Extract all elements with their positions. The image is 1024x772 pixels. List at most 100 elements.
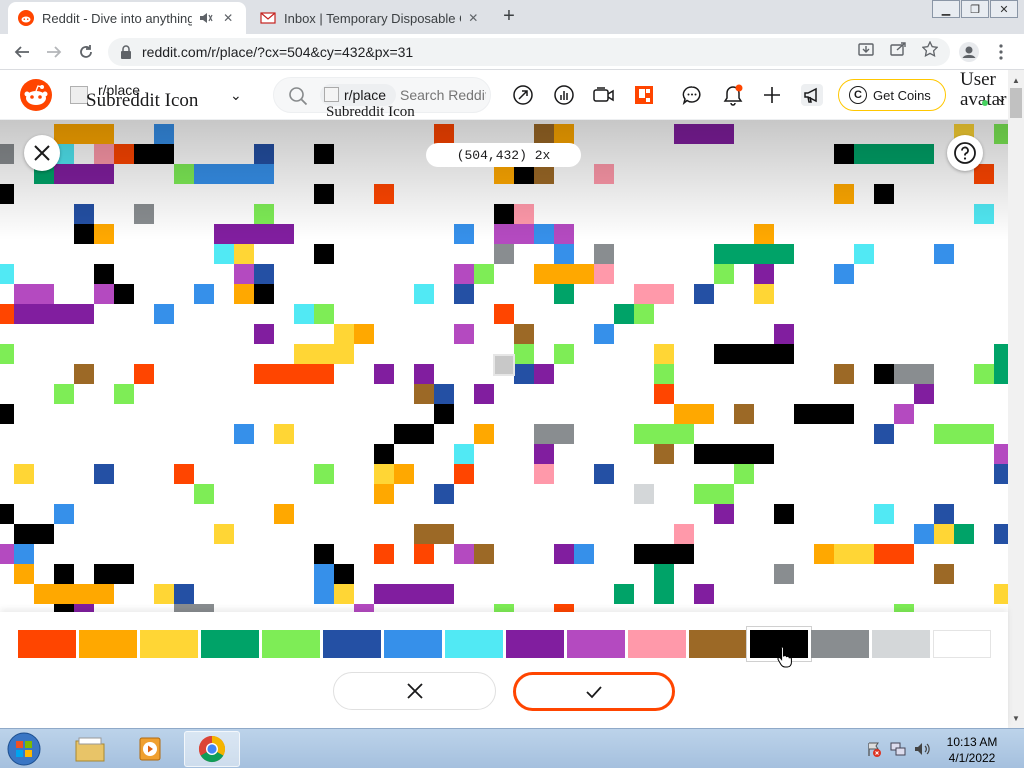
color-swatch[interactable] (811, 630, 869, 658)
canvas-pixel[interactable] (874, 184, 894, 204)
canvas-pixel[interactable] (754, 224, 774, 244)
canvas-pixel[interactable] (0, 304, 14, 324)
canvas-pixel[interactable] (374, 584, 454, 604)
canvas-pixel[interactable] (594, 244, 614, 264)
popular-icon[interactable] (512, 84, 534, 106)
canvas-pixel[interactable] (234, 244, 254, 264)
canvas-pixel[interactable] (434, 124, 454, 144)
volume-icon[interactable] (914, 741, 930, 757)
canvas-pixel[interactable] (974, 364, 994, 384)
canvas-pixel[interactable] (834, 184, 854, 204)
canvas-pixel[interactable] (994, 524, 1008, 544)
canvas-pixel[interactable] (854, 144, 934, 164)
get-coins-button[interactable]: C Get Coins (838, 79, 946, 111)
canvas-pixel[interactable] (234, 264, 254, 284)
color-swatch[interactable] (689, 630, 747, 658)
canvas-pixel[interactable] (534, 124, 554, 144)
page-scrollbar[interactable]: ▲ ▼ (1008, 70, 1024, 728)
canvas-pixel[interactable] (374, 184, 394, 204)
canvas-pixel[interactable] (554, 284, 574, 304)
canvas-pixel[interactable] (494, 604, 514, 612)
canvas-pixel[interactable] (654, 344, 674, 364)
create-post-plus-icon[interactable] (761, 84, 783, 106)
canvas-pixel[interactable] (714, 504, 734, 524)
canvas-pixel[interactable] (94, 284, 114, 304)
canvas-pixel[interactable] (94, 144, 114, 164)
canvas-pixel[interactable] (174, 464, 194, 484)
canvas-pixel[interactable] (314, 564, 334, 584)
canvas-pixel[interactable] (814, 544, 834, 564)
user-menu[interactable]: User avatar ⌄ (960, 70, 1008, 120)
canvas-pixel[interactable] (754, 284, 774, 304)
address-bar[interactable]: reddit.com/r/place/?cx=504&cy=432&px=31 (108, 38, 950, 66)
canvas-pixel[interactable] (134, 204, 154, 224)
color-swatch[interactable] (140, 630, 198, 658)
canvas-pixel[interactable] (554, 344, 574, 364)
canvas-pixel[interactable] (334, 584, 354, 604)
scroll-down-arrow-icon[interactable]: ▼ (1008, 710, 1024, 726)
community-switcher[interactable]: r/place Subreddit Icon ⌄ (70, 82, 246, 111)
canvas-pixel[interactable] (414, 424, 434, 444)
close-window-icon[interactable]: ✕ (990, 0, 1018, 18)
canvas-pixel[interactable] (534, 424, 574, 444)
system-clock[interactable]: 10:13 AM 4/1/2022 (936, 734, 1008, 766)
canvas-pixel[interactable] (434, 384, 454, 404)
canvas-pixel[interactable] (14, 304, 94, 324)
canvas-pixel[interactable] (874, 364, 894, 384)
canvas-pixel[interactable] (534, 164, 554, 184)
canvas-pixel[interactable] (0, 544, 14, 564)
canvas-pixel[interactable] (994, 124, 1008, 144)
canvas-pixel[interactable] (554, 544, 574, 564)
canvas-pixel[interactable] (254, 284, 274, 304)
canvas-pixel[interactable] (494, 304, 514, 324)
canvas-pixel[interactable] (254, 204, 274, 224)
reload-icon[interactable] (75, 41, 97, 63)
canvas-pixel[interactable] (654, 444, 674, 464)
canvas-pixel[interactable] (594, 464, 614, 484)
live-icon[interactable] (592, 84, 614, 106)
canvas-pixel[interactable] (274, 504, 294, 524)
canvas-pixel[interactable] (994, 364, 1008, 384)
canvas-pixel[interactable] (614, 304, 634, 324)
canvas-pixel[interactable] (14, 464, 34, 484)
canvas-pixel[interactable] (854, 244, 874, 264)
canvas-pixel[interactable] (874, 504, 894, 524)
canvas-pixel[interactable] (654, 384, 674, 404)
bookmark-star-icon[interactable] (921, 40, 939, 58)
canvas-pixel[interactable] (514, 204, 534, 224)
canvas-pixel[interactable] (674, 524, 694, 544)
canvas-pixel[interactable] (94, 464, 114, 484)
canvas-pixel[interactable] (654, 584, 674, 604)
profile-icon[interactable] (958, 41, 980, 63)
close-canvas-button[interactable] (24, 135, 60, 171)
canvas-pixel[interactable] (714, 244, 794, 264)
canvas-pixel[interactable] (574, 544, 594, 564)
canvas-pixel[interactable] (554, 604, 574, 612)
canvas-pixel[interactable] (134, 364, 154, 384)
share-icon[interactable] (889, 40, 907, 58)
canvas-pixel[interactable] (0, 404, 14, 424)
canvas-pixel[interactable] (114, 144, 134, 164)
canvas-pixel[interactable] (934, 424, 994, 444)
canvas-pixel[interactable] (494, 204, 514, 224)
canvas-pixel[interactable] (414, 384, 434, 404)
color-swatch[interactable] (445, 630, 503, 658)
canvas-pixel[interactable] (194, 284, 214, 304)
media-player-taskbar-button[interactable] (122, 731, 178, 767)
canvas-pixel[interactable] (34, 524, 54, 544)
canvas-pixel[interactable] (634, 304, 654, 324)
action-center-flag-icon[interactable] (866, 741, 882, 757)
canvas-pixel[interactable] (174, 604, 214, 612)
tab-reddit[interactable]: Reddit - Dive into anything ✕ (8, 2, 246, 34)
canvas-pixel[interactable] (454, 444, 474, 464)
canvas-pixel[interactable] (314, 244, 334, 264)
canvas-pixel[interactable] (434, 404, 454, 424)
canvas-pixel[interactable] (434, 484, 454, 504)
canvas-pixel[interactable] (914, 384, 934, 404)
canvas-pixel[interactable] (194, 484, 214, 504)
restore-icon[interactable]: ❐ (961, 0, 989, 18)
canvas-pixel[interactable] (634, 424, 694, 444)
minimize-icon[interactable]: ▁ (932, 0, 960, 18)
canvas-pixel[interactable] (194, 164, 274, 184)
color-swatch[interactable] (201, 630, 259, 658)
